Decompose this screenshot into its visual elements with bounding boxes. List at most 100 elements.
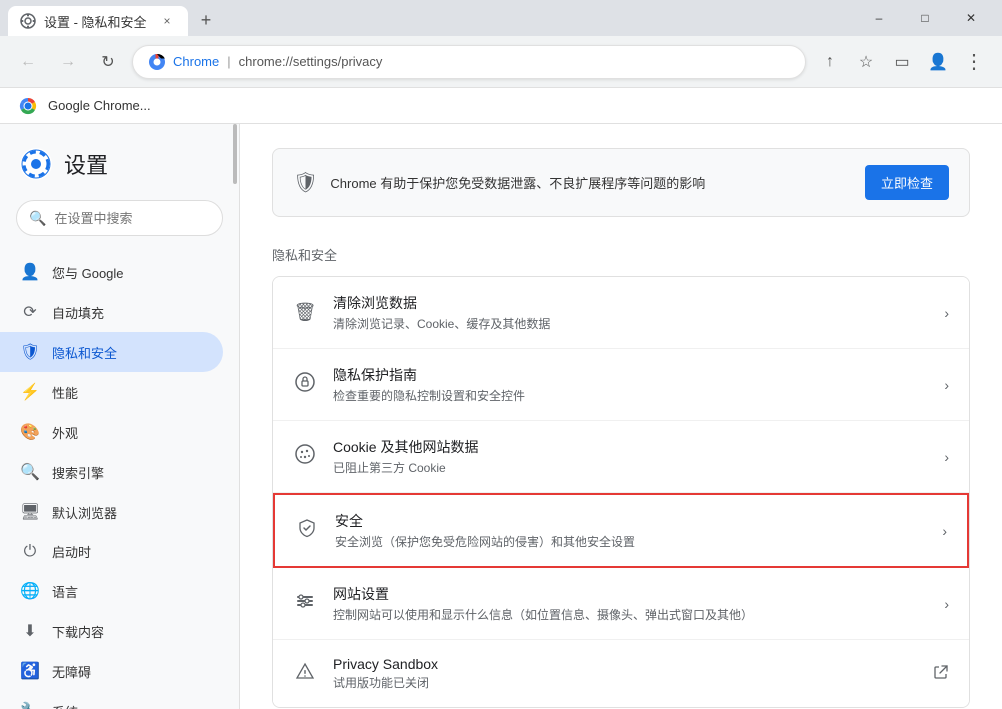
search-input[interactable] xyxy=(54,211,230,226)
person-icon: 👤 xyxy=(20,262,40,282)
security-content: 安全 安全浏览（保护您免受危险网站的侵害）和其他安全设置 xyxy=(335,511,926,550)
sidebar-item-accessibility[interactable]: ♿ 无障碍 xyxy=(0,651,223,691)
privacy-sandbox-subtitle: 试用版功能已关闭 xyxy=(333,674,917,691)
performance-icon: ⚡ xyxy=(20,382,40,402)
privacy-guide-content: 隐私保护指南 检查重要的隐私控制设置和安全控件 xyxy=(333,365,928,404)
tab-bar: 设置 - 隐私和安全 × + xyxy=(8,0,856,36)
startup-icon: ⏻ xyxy=(20,543,40,561)
sidebar-item-google[interactable]: 👤 您与 Google xyxy=(0,252,223,292)
chrome-logo xyxy=(16,94,40,118)
sidebar-item-downloads[interactable]: ⬇ 下载内容 xyxy=(0,611,223,651)
sidebar-item-search[interactable]: 🔍 搜索引擎 xyxy=(0,452,223,492)
sidebar-item-label: 语言 xyxy=(52,582,78,601)
privacy-guide-item[interactable]: 隐私保护指南 检查重要的隐私控制设置和安全控件 › xyxy=(273,349,969,421)
tab-title: 设置 - 隐私和安全 xyxy=(44,12,150,31)
address-bar[interactable]: Chrome | chrome://settings/privacy xyxy=(132,45,806,79)
shield-icon: 🛡 xyxy=(20,342,40,362)
site-settings-title: 网站设置 xyxy=(333,584,928,604)
clear-browsing-content: 清除浏览数据 清除浏览记录、Cookie、缓存及其他数据 xyxy=(333,293,928,332)
check-now-button[interactable]: 立即检查 xyxy=(865,165,949,200)
sidebar-item-label: 自动填充 xyxy=(52,303,104,322)
sidebar-item-startup[interactable]: ⏻ 启动时 xyxy=(0,532,223,571)
maximize-button[interactable]: □ xyxy=(902,0,948,36)
privacy-guide-arrow: › xyxy=(944,377,949,393)
palette-icon: 🎨 xyxy=(20,422,40,442)
share-button[interactable]: ↑ xyxy=(814,46,846,78)
browser-icon: 🖥 xyxy=(20,502,40,522)
menu-button[interactable]: ⋮ xyxy=(958,46,990,78)
cookie-svg-icon xyxy=(295,444,315,464)
sidebar-item-browser[interactable]: 🖥 默认浏览器 xyxy=(0,492,223,532)
sidebar-item-appearance[interactable]: 🎨 外观 xyxy=(0,412,223,452)
trash-icon: 🗑 xyxy=(293,302,317,323)
sidebar-item-autofill[interactable]: ⟳ 自动填充 xyxy=(0,292,223,332)
sidebar-item-privacy[interactable]: 🛡 隐私和安全 xyxy=(0,332,223,372)
sidebar-item-performance[interactable]: ⚡ 性能 xyxy=(0,372,223,412)
security-item[interactable]: 安全 安全浏览（保护您免受危险网站的侵害）和其他安全设置 › xyxy=(273,493,969,568)
titlebar: 设置 - 隐私和安全 × + – □ ✕ xyxy=(0,0,1002,36)
search-icon: 🔍 xyxy=(29,210,46,227)
privacy-sandbox-title: Privacy Sandbox xyxy=(333,656,917,672)
addressbar: ← → ↻ Chrome | chrome://settings/privacy… xyxy=(0,36,1002,88)
tab-close-button[interactable]: × xyxy=(158,12,176,30)
url-chrome-label: Chrome xyxy=(173,54,219,69)
lock-circle-icon xyxy=(295,372,315,392)
site-settings-icon xyxy=(293,591,317,616)
external-link-icon xyxy=(933,664,949,683)
window-controls: – □ ✕ xyxy=(856,0,994,36)
main-layout: 设置 🔍 👤 您与 Google ⟳ 自动填充 🛡 隐私和安全 ⚡ 性能 🎨 外… xyxy=(0,124,1002,709)
sidebar-item-label: 默认浏览器 xyxy=(52,503,117,522)
sidebar-item-label: 您与 Google xyxy=(52,263,124,282)
warning-icon xyxy=(295,661,315,681)
refresh-button[interactable]: ↻ xyxy=(92,46,124,78)
chrome-header-title: Google Chrome... xyxy=(48,98,151,113)
site-settings-item[interactable]: 网站设置 控制网站可以使用和显示什么信息（如位置信息、摄像头、弹出式窗口及其他）… xyxy=(273,568,969,640)
cookies-subtitle: 已阻止第三方 Cookie xyxy=(333,459,928,476)
forward-button[interactable]: → xyxy=(52,46,84,78)
clear-browsing-arrow: › xyxy=(944,305,949,321)
sidebar-item-system[interactable]: 🔧 系统 xyxy=(0,691,223,709)
security-title: 安全 xyxy=(335,511,926,531)
equalizer-icon xyxy=(295,591,315,611)
open-external-icon xyxy=(933,664,949,680)
close-button[interactable]: ✕ xyxy=(948,0,994,36)
sidebar-item-label: 下载内容 xyxy=(52,622,104,641)
back-button[interactable]: ← xyxy=(12,46,44,78)
sidebar-item-label: 隐私和安全 xyxy=(52,343,117,362)
profile-button[interactable]: 👤 xyxy=(922,46,954,78)
settings-title: 设置 xyxy=(64,148,108,180)
sidebar-search[interactable]: 🔍 xyxy=(16,200,223,236)
accessibility-icon: ♿ xyxy=(20,661,40,681)
sidebar-scrollbar[interactable] xyxy=(233,124,237,184)
privacy-guide-title: 隐私保护指南 xyxy=(333,365,928,385)
settings-list: 🗑 清除浏览数据 清除浏览记录、Cookie、缓存及其他数据 › xyxy=(272,276,970,708)
active-tab[interactable]: 设置 - 隐私和安全 × xyxy=(8,6,188,36)
clear-browsing-title: 清除浏览数据 xyxy=(333,293,928,313)
privacy-guide-icon xyxy=(293,372,317,397)
content-area: 🛡 Chrome 有助于保护您免受数据泄露、不良扩展程序等问题的影响 立即检查 … xyxy=(240,124,1002,709)
settings-brand: 设置 xyxy=(0,132,239,200)
autofill-icon: ⟳ xyxy=(20,302,40,322)
privacy-sandbox-item[interactable]: Privacy Sandbox 试用版功能已关闭 xyxy=(273,640,969,707)
sidebar-item-language[interactable]: 🌐 语言 xyxy=(0,571,223,611)
url-text: chrome://settings/privacy xyxy=(239,54,789,69)
minimize-button[interactable]: – xyxy=(856,0,902,36)
toolbar-right: ↑ ☆ ▭ 👤 ⋮ xyxy=(814,46,990,78)
banner-text: Chrome 有助于保护您免受数据泄露、不良扩展程序等问题的影响 xyxy=(330,173,705,192)
security-subtitle: 安全浏览（保护您免受危险网站的侵害）和其他安全设置 xyxy=(335,533,926,550)
security-icon xyxy=(295,518,319,543)
bookmark-button[interactable]: ☆ xyxy=(850,46,882,78)
cookies-title: Cookie 及其他网站数据 xyxy=(333,437,928,457)
new-tab-button[interactable]: + xyxy=(192,6,220,34)
cookies-content: Cookie 及其他网站数据 已阻止第三方 Cookie xyxy=(333,437,928,476)
sidebar-item-label: 无障碍 xyxy=(52,662,91,681)
privacy-sandbox-content: Privacy Sandbox 试用版功能已关闭 xyxy=(333,656,917,691)
clear-browsing-item[interactable]: 🗑 清除浏览数据 清除浏览记录、Cookie、缓存及其他数据 › xyxy=(273,277,969,349)
clear-browsing-subtitle: 清除浏览记录、Cookie、缓存及其他数据 xyxy=(333,315,928,332)
shield-filled-icon xyxy=(297,518,317,538)
sidebar-item-label: 系统 xyxy=(52,702,78,709)
tab-icon xyxy=(20,13,36,29)
sidebar-button[interactable]: ▭ xyxy=(886,46,918,78)
cookies-item[interactable]: Cookie 及其他网站数据 已阻止第三方 Cookie › xyxy=(273,421,969,493)
cookie-icon xyxy=(293,444,317,469)
